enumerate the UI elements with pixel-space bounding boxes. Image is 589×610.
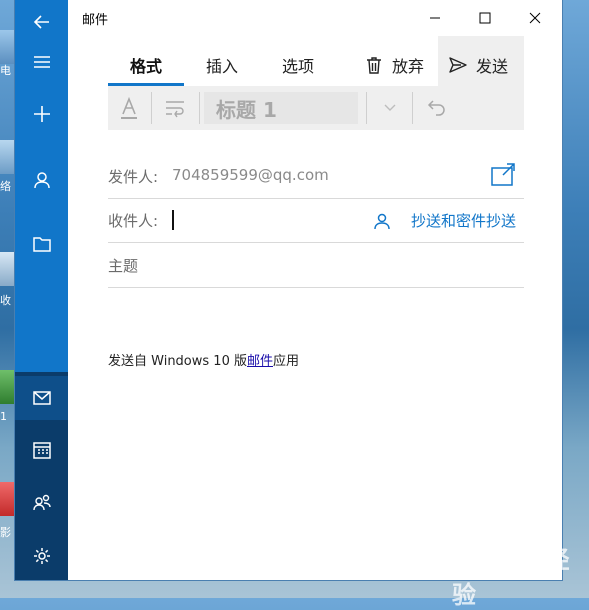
desktop-label: 络 [0,180,11,193]
hamburger-menu-icon [33,56,50,68]
maximize-button[interactable] [462,0,508,36]
tab-options[interactable]: 选项 [260,44,336,86]
signature-suffix: 应用 [273,354,300,369]
toolbar-separator [412,92,413,124]
signature-prefix: 发送自 Windows 10 版 [108,354,247,369]
compose-pane: 邮件 格式 插入 选项 放弃 发送 标题 1 发件人: 704859599@qq… [68,0,562,580]
folders-button[interactable] [15,222,68,266]
send-button[interactable]: 发送 [448,44,508,86]
tab-label: 格式 [129,57,162,76]
chevron-down-icon [384,104,396,111]
tab-label: 插入 [205,57,238,76]
minimize-button[interactable] [412,0,458,36]
desktop-icon-network[interactable] [0,140,16,174]
settings-button[interactable] [15,534,68,578]
minimize-icon [430,17,440,19]
person-icon [374,213,390,229]
desktop-label: 影 [0,526,11,539]
desktop-icon-app[interactable] [0,482,16,516]
back-arrow-icon [33,15,49,29]
send-label: 发送 [476,57,509,76]
send-icon [449,57,467,73]
trash-icon [367,57,381,74]
undo-button[interactable] [414,86,460,130]
heading-value: 标题 1 [216,97,277,122]
cc-bcc-label: 抄送和密件抄送 [410,212,516,230]
calendar-nav-button[interactable] [15,428,68,472]
accounts-button[interactable] [15,158,68,202]
calendar-icon [32,442,51,459]
discard-label: 放弃 [392,57,425,76]
folder-icon [32,237,51,252]
cc-bcc-link[interactable]: 抄送和密件抄送 [373,210,516,231]
from-value[interactable]: 704859599@qq.com [172,166,329,184]
title-bar: 邮件 [68,0,562,36]
tab-insert[interactable]: 插入 [184,44,260,86]
watermark: Baidu 经验 [452,545,571,609]
undo-icon [427,100,445,116]
mail-app-link[interactable]: 邮件 [247,354,273,369]
sidebar [15,0,68,580]
settings-gear-icon [33,548,50,564]
discard-button[interactable]: 放弃 [364,44,424,86]
format-toolbar: 标题 1 [108,86,524,130]
font-color-icon [121,96,137,119]
signature[interactable]: 发送自 Windows 10 版邮件应用 [108,350,299,369]
toolbar-separator [366,92,367,124]
people-icon [32,494,51,511]
paragraph-icon [166,101,184,118]
desktop-label: 收 [0,294,11,307]
mail-window: 邮件 格式 插入 选项 放弃 发送 标题 1 发件人: 704859599@qq… [15,0,562,580]
ribbon-tabs: 格式 插入 选项 放弃 发送 [108,44,524,86]
desktop-label: 电 [0,64,11,77]
close-button[interactable] [512,0,558,36]
toolbar-separator [199,92,200,124]
desktop-icon-recycle-bin[interactable] [0,252,16,286]
new-mail-button[interactable] [15,92,68,136]
subject-row[interactable]: 主题 [108,243,524,288]
back-button[interactable] [15,0,68,44]
mail-icon [32,391,51,405]
app-title: 邮件 [82,13,109,28]
to-row[interactable]: 收件人: 抄送和密件抄送 [108,198,524,243]
subject-placeholder: 主题 [108,257,139,275]
menu-button[interactable] [15,40,68,84]
heading-dropdown-button[interactable] [370,86,410,130]
maximize-icon [479,12,491,24]
tab-format[interactable]: 格式 [108,44,184,86]
paragraph-format-button[interactable] [152,86,198,130]
heading-style-select[interactable]: 标题 1 [204,92,358,124]
desktop-icon-user[interactable] [0,370,16,404]
from-row: 发件人: 704859599@qq.com [108,154,524,199]
text-cursor [172,210,174,230]
to-label: 收件人: [108,212,159,230]
popout-icon[interactable] [490,162,516,188]
close-icon [529,12,541,24]
tab-label: 选项 [281,57,314,76]
desktop-icon-computer[interactable] [0,30,16,64]
mail-nav-button[interactable] [15,376,68,420]
person-icon [33,172,50,189]
plus-icon [33,106,50,122]
desktop-label: 1 [0,410,7,423]
from-label: 发件人: [108,168,159,186]
font-format-button[interactable] [108,86,150,130]
people-nav-button[interactable] [15,480,68,524]
